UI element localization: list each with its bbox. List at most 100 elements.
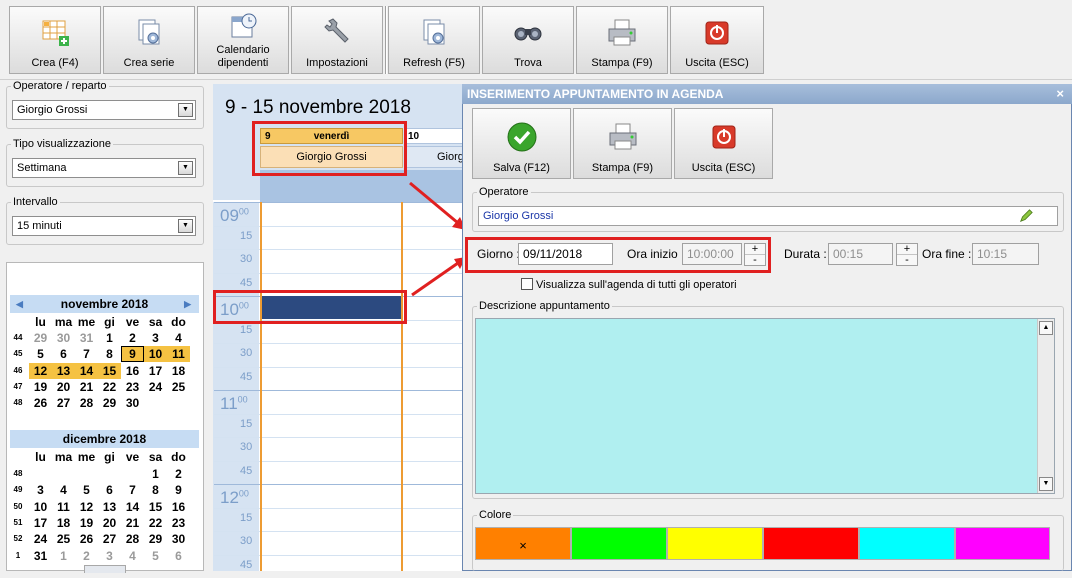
calendar-day[interactable]: 10 [29, 499, 52, 515]
calendar-day[interactable]: 28 [121, 531, 144, 547]
calendar-day[interactable]: 17 [29, 515, 52, 531]
calendar-day[interactable]: 8 [98, 346, 121, 362]
calendar-day[interactable]: 26 [29, 395, 52, 411]
calendar-day[interactable]: 6 [167, 548, 190, 564]
calendar-day[interactable]: 15 [144, 499, 167, 515]
crea-serie-button[interactable]: Crea serie [103, 6, 195, 74]
calendar-day[interactable]: 21 [75, 379, 98, 395]
dialog-uscita-button[interactable]: Uscita (ESC) [674, 108, 773, 179]
calendar-day[interactable]: 30 [52, 330, 75, 346]
calendar-day[interactable]: 18 [52, 515, 75, 531]
calendar-day[interactable]: 29 [98, 395, 121, 411]
next-month-arrow-icon[interactable]: ▶ [184, 295, 191, 313]
calendar-day[interactable]: 12 [29, 362, 52, 379]
color-swatch[interactable] [859, 527, 955, 560]
crea-button[interactable]: Crea (F4) [9, 6, 101, 74]
calendar-day[interactable]: 26 [75, 531, 98, 547]
calendar-day[interactable]: 11 [167, 346, 190, 363]
calendar-day[interactable]: 16 [167, 499, 190, 515]
close-icon[interactable]: × [1056, 84, 1064, 104]
calendar-day[interactable]: 23 [121, 379, 144, 395]
calendar-day[interactable]: 31 [29, 548, 52, 564]
calendar-day[interactable]: 28 [75, 395, 98, 411]
calendar-day[interactable]: 24 [144, 379, 167, 395]
trova-button[interactable]: Trova [482, 6, 574, 74]
color-swatch[interactable]: × [475, 527, 571, 560]
durata-field[interactable]: 00:15 [828, 243, 893, 265]
calendar-day[interactable]: 4 [52, 482, 75, 498]
calendario-dipendenti-button[interactable]: Calendario dipendenti [197, 6, 289, 74]
calendar-day[interactable]: 19 [75, 515, 98, 531]
calendar-day[interactable]: 9 [167, 482, 190, 498]
calendar-day[interactable]: 3 [98, 548, 121, 564]
calendar-day[interactable]: 5 [29, 346, 52, 362]
color-swatch[interactable] [955, 527, 1050, 560]
all-operators-checkbox[interactable] [521, 278, 533, 290]
ora-fine-field[interactable]: 10:15 [972, 243, 1039, 265]
dialog-operator-field[interactable]: Giorgio Grossi [478, 206, 1058, 226]
calendar-day[interactable]: 29 [29, 330, 52, 346]
calendar-day[interactable]: 20 [52, 379, 75, 395]
prev-month-arrow-icon[interactable]: ◀ [16, 295, 23, 313]
dialog-stampa-button[interactable]: Stampa (F9) [573, 108, 672, 179]
calendar-day[interactable]: 3 [144, 330, 167, 346]
calendar-day[interactable]: 25 [167, 379, 190, 395]
calendar-day[interactable]: 22 [144, 515, 167, 531]
calendar-day[interactable]: 29 [144, 531, 167, 547]
calendar-day[interactable]: 7 [121, 482, 144, 498]
chevron-down-icon[interactable]: ▼ [178, 161, 193, 175]
operator-select[interactable]: Giorgio Grossi ▼ [12, 100, 196, 120]
calendar-day[interactable]: 17 [144, 363, 167, 379]
calendar-day[interactable]: 1 [98, 330, 121, 346]
calendar-day[interactable]: 7 [75, 346, 98, 362]
calendar-day[interactable]: 10 [144, 346, 167, 363]
calendar-day[interactable]: 27 [52, 395, 75, 411]
calendar-day[interactable]: 14 [121, 499, 144, 515]
calendar-day[interactable]: 6 [98, 482, 121, 498]
description-textarea[interactable] [475, 318, 1055, 494]
calendar-day[interactable]: 11 [52, 499, 75, 515]
calendar-day[interactable]: 8 [144, 482, 167, 498]
calendar-day[interactable]: 19 [29, 379, 52, 395]
color-swatch[interactable] [763, 527, 859, 560]
calendar-day[interactable]: 2 [121, 330, 144, 346]
calendar-day[interactable]: 4 [121, 548, 144, 564]
calendar-day[interactable]: 2 [75, 548, 98, 564]
calendar-day[interactable]: 15 [98, 362, 121, 379]
calendar-day[interactable]: 4 [167, 330, 190, 346]
calendar-day[interactable]: 13 [52, 362, 75, 379]
calendar-day[interactable]: 18 [167, 363, 190, 379]
calendar-day[interactable]: 14 [75, 362, 98, 379]
calendar-day[interactable]: 21 [121, 515, 144, 531]
durata-stepper[interactable]: + - [896, 243, 918, 266]
uscita-button[interactable]: Uscita (ESC) [670, 6, 764, 74]
color-swatch[interactable] [571, 527, 667, 560]
calendar-day[interactable]: 12 [75, 499, 98, 515]
chevron-down-icon[interactable]: ▼ [178, 103, 193, 117]
calendar-day[interactable]: 27 [98, 531, 121, 547]
calendar-day[interactable]: 2 [167, 466, 190, 482]
decrement-button[interactable]: - [897, 255, 917, 266]
calendar-day[interactable]: 20 [98, 515, 121, 531]
calendar-day[interactable]: 30 [167, 531, 190, 547]
calendar-day[interactable]: 1 [144, 466, 167, 482]
calendar-scroll-thumb[interactable] [84, 565, 126, 573]
calendar-day[interactable]: 3 [29, 482, 52, 498]
calendar-day[interactable]: 30 [121, 395, 144, 411]
pencil-icon[interactable] [1019, 209, 1033, 223]
chevron-down-icon[interactable]: ▼ [178, 219, 193, 233]
calendar-day[interactable]: 25 [52, 531, 75, 547]
calendar-day[interactable]: 6 [52, 346, 75, 362]
calendar-day[interactable]: 24 [29, 531, 52, 547]
calendar-day[interactable]: 22 [98, 379, 121, 395]
view-type-select[interactable]: Settimana ▼ [12, 158, 196, 178]
calendar-day[interactable]: 1 [52, 548, 75, 564]
calendar-day[interactable]: 9 [121, 346, 144, 363]
interval-select[interactable]: 15 minuti ▼ [12, 216, 196, 236]
calendar-day[interactable]: 16 [121, 363, 144, 379]
color-swatch[interactable] [667, 527, 763, 560]
scroll-up-icon[interactable]: ▲ [1039, 321, 1053, 335]
day-column[interactable] [260, 202, 403, 571]
scroll-down-icon[interactable]: ▼ [1039, 477, 1053, 491]
calendar-day[interactable]: 31 [75, 330, 98, 346]
